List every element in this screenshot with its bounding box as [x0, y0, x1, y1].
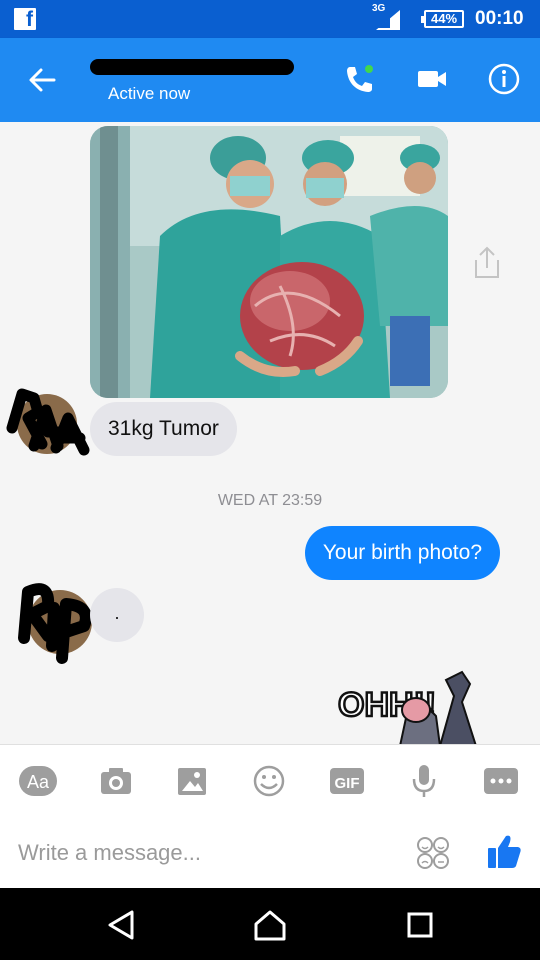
- message-input[interactable]: Write a message...: [18, 840, 201, 866]
- active-status: Active now: [108, 84, 191, 103]
- more-icon[interactable]: [481, 763, 521, 799]
- message-timestamp: WED AT 23:59: [217, 492, 323, 509]
- facebook-icon: f: [14, 8, 36, 31]
- battery-indicator: 44%: [421, 10, 464, 28]
- conversation-header: Active now: [0, 38, 540, 122]
- redacted-contact-name: [90, 59, 294, 75]
- clock: 00:10: [475, 8, 524, 29]
- android-nav-bar: [0, 888, 540, 960]
- nav-home-icon[interactable]: [253, 908, 287, 942]
- camera-icon[interactable]: [96, 763, 136, 799]
- emoji-set-icon[interactable]: [416, 836, 450, 870]
- avatar: [6, 388, 90, 456]
- outgoing-message[interactable]: Your birth photo?: [304, 526, 500, 580]
- share-icon[interactable]: [470, 244, 504, 280]
- composer-toolbar: Aa GIF: [0, 744, 540, 816]
- thumbs-up-icon[interactable]: [486, 832, 522, 870]
- image-icon[interactable]: [172, 763, 212, 799]
- text-format-label: Aa: [27, 772, 50, 792]
- gif-icon[interactable]: GIF: [327, 763, 367, 799]
- signal-icon: [376, 10, 400, 30]
- video-icon[interactable]: [415, 62, 449, 96]
- info-icon[interactable]: [487, 62, 521, 96]
- phone-icon[interactable]: [342, 62, 376, 96]
- shared-photo[interactable]: [90, 126, 448, 398]
- microphone-icon[interactable]: [404, 763, 444, 799]
- status-bar: f 3G 44% 00:10: [0, 0, 540, 38]
- incoming-message[interactable]: .: [90, 588, 144, 642]
- message-composer[interactable]: Write a message...: [0, 816, 540, 888]
- message-thread[interactable]: 31kg Tumor WED AT 23:59 Your birth photo…: [0, 122, 540, 744]
- sticker[interactable]: OHH!!: [336, 662, 480, 744]
- nav-recents-icon[interactable]: [403, 908, 437, 942]
- avatar: [18, 583, 92, 664]
- smiley-icon[interactable]: [249, 763, 289, 799]
- text-format-button[interactable]: Aa: [18, 763, 58, 799]
- gif-label: GIF: [335, 775, 360, 792]
- incoming-message[interactable]: 31kg Tumor: [90, 402, 237, 456]
- back-arrow-icon[interactable]: [26, 64, 58, 96]
- nav-back-icon[interactable]: [104, 908, 138, 942]
